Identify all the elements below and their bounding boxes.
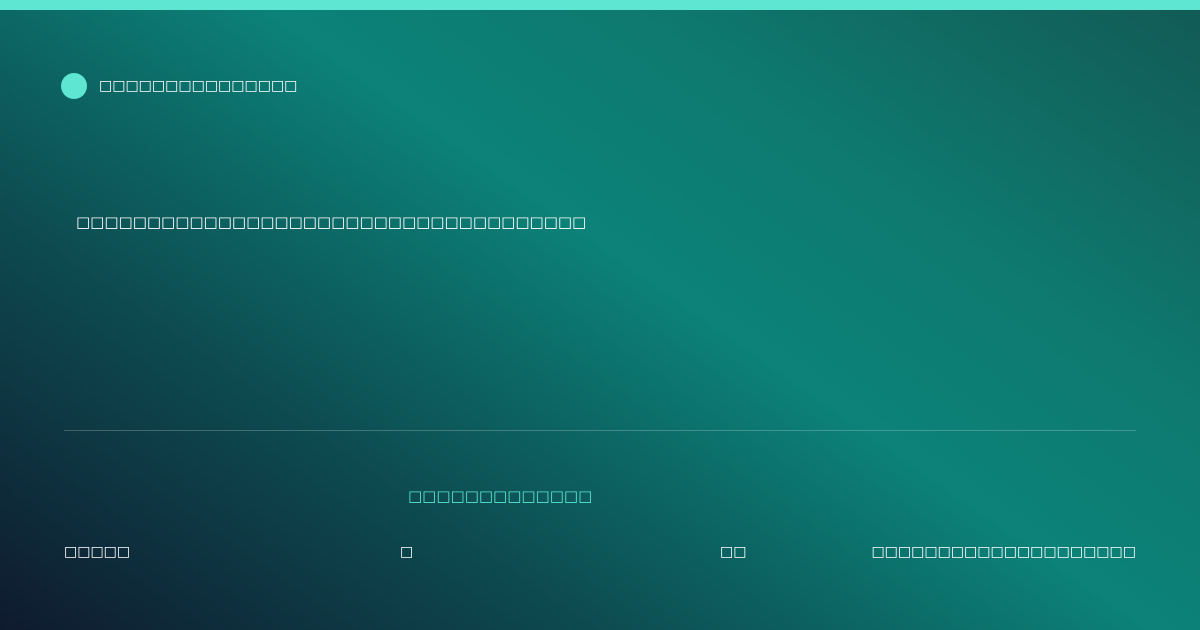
top-accent-bar bbox=[0, 0, 1200, 10]
divider bbox=[64, 430, 1136, 431]
footer-item-2: □ bbox=[400, 544, 414, 560]
accent-text: □□□□□□□□□□□□□ bbox=[408, 487, 593, 505]
brand: □□□□□□□□□□□□□□□ bbox=[61, 73, 297, 99]
footer-item-3: □□ bbox=[720, 544, 747, 560]
footer-item-4: □□□□□□□□□□□□□□□□□□□□ bbox=[871, 544, 1136, 560]
brand-logo-icon bbox=[61, 73, 87, 99]
footer-item-1: □□□□□ bbox=[64, 544, 131, 560]
headline: □□□□□□□□□□□□□□□□□□□□□□□□□□□□□□□□□□□□ bbox=[76, 213, 587, 231]
brand-name: □□□□□□□□□□□□□□□ bbox=[99, 78, 298, 94]
